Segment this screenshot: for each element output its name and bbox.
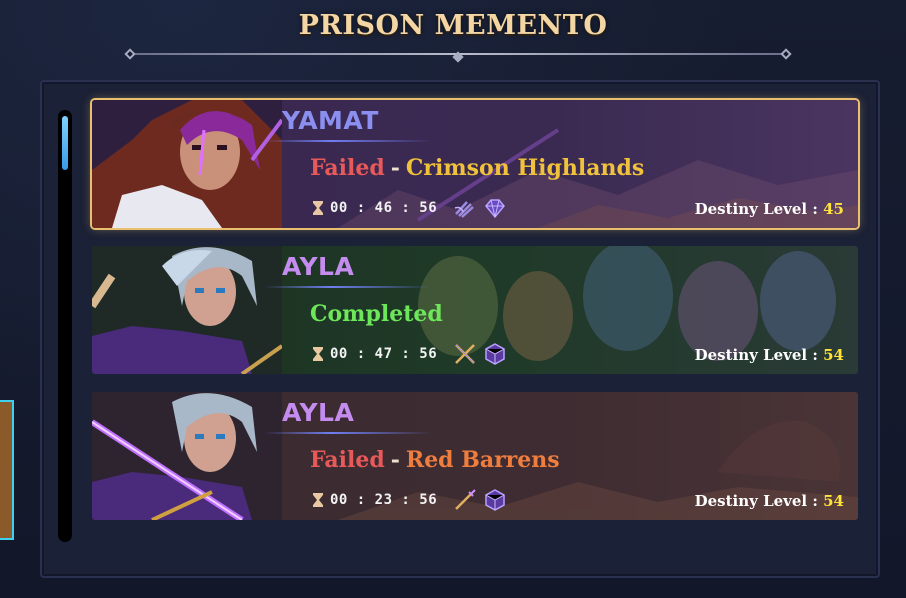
status-text: Failed <box>310 447 385 473</box>
scrollbar-thumb[interactable] <box>62 116 68 170</box>
character-name: AYLA <box>282 398 355 427</box>
scrollbar-track[interactable] <box>58 110 72 542</box>
location-text: Red Barrens <box>405 447 560 473</box>
memento-card-yamat[interactable]: YAMAT Failed - Crimson Highlands 00 : 46 :… <box>92 100 858 228</box>
time-row: 00 : 46 : 56 <box>312 196 507 220</box>
location-text: Crimson Highlands <box>405 155 645 181</box>
spear-icon[interactable] <box>453 488 477 512</box>
name-underline <box>264 140 432 142</box>
purple-cube-icon[interactable] <box>483 342 507 366</box>
status-separator: - <box>390 447 400 473</box>
destiny-level: Destiny Level : 45 <box>695 200 844 218</box>
time-row: 00 : 47 : 56 <box>312 342 507 366</box>
status-text: Failed <box>310 155 385 181</box>
destiny-level: Destiny Level : 54 <box>695 346 844 364</box>
character-name: YAMAT <box>282 106 379 135</box>
destiny-label: Destiny Level : <box>694 200 818 218</box>
time-row: 00 : 23 : 56 <box>312 488 507 512</box>
side-decoration <box>0 400 14 540</box>
page-title: PRISON MEMENTO <box>298 10 608 41</box>
run-time: 00 : 23 : 56 <box>330 492 438 508</box>
ayla-portrait <box>92 246 282 374</box>
run-result: Failed - Red Barrens <box>310 447 560 473</box>
crossed-claws-icon[interactable] <box>453 196 477 220</box>
destiny-level-value: 54 <box>823 492 844 510</box>
destiny-level-value: 45 <box>823 200 844 218</box>
hourglass-icon <box>313 201 323 215</box>
yamat-portrait <box>92 100 282 228</box>
run-result: Completed <box>310 301 443 327</box>
destiny-level: Destiny Level : 54 <box>695 492 844 510</box>
run-time: 00 : 46 : 56 <box>330 200 438 216</box>
purple-cube-icon[interactable] <box>483 488 507 512</box>
memento-card-ayla-failed[interactable]: AYLA Failed - Red Barrens 00 : 23 : 56 Des… <box>92 392 858 520</box>
crossed-swords-icon[interactable] <box>453 342 477 366</box>
status-separator: - <box>390 155 400 181</box>
hourglass-icon <box>313 347 323 361</box>
destiny-label: Destiny Level : <box>694 492 818 510</box>
name-underline <box>264 432 432 434</box>
destiny-level-value: 54 <box>823 346 844 364</box>
purple-gem-icon[interactable] <box>483 196 507 220</box>
run-time: 00 : 47 : 56 <box>330 346 438 362</box>
name-underline <box>264 286 432 288</box>
destiny-label: Destiny Level : <box>694 346 818 364</box>
ayla-portrait <box>92 392 282 520</box>
status-text: Completed <box>310 301 443 327</box>
character-name: AYLA <box>282 252 355 281</box>
hourglass-icon <box>313 493 323 507</box>
run-result: Failed - Crimson Highlands <box>310 155 644 181</box>
memento-card-ayla-completed[interactable]: AYLA Completed 00 : 47 : 56 Destiny Leve… <box>92 246 858 374</box>
